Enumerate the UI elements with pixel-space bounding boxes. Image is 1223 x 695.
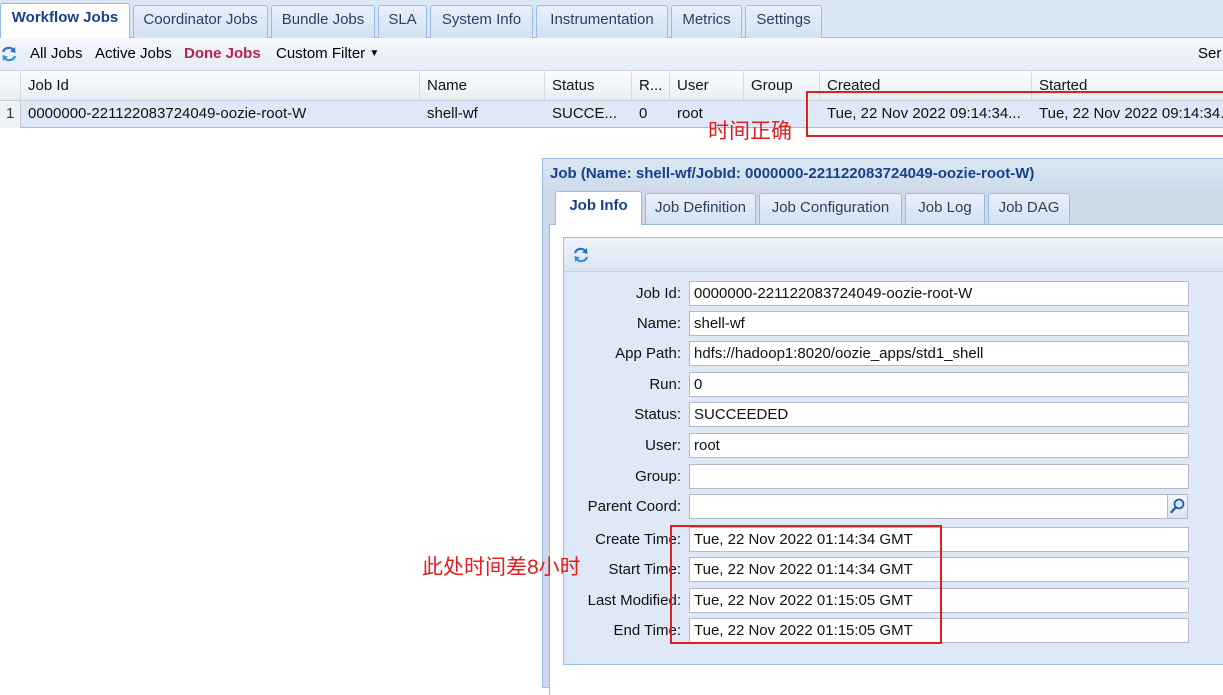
col-user[interactable]: User <box>670 71 744 101</box>
col-run[interactable]: R... <box>632 71 670 101</box>
label-last-modified: Last Modified: <box>587 592 681 609</box>
cell-status: SUCCE... <box>552 105 618 122</box>
annotation-correct-time: 时间正确 <box>708 120 792 143</box>
main-tabbar: Workflow Jobs Coordinator Jobs Bundle Jo… <box>0 0 1223 39</box>
tab-job-dag[interactable]: Job DAG <box>988 193 1070 224</box>
cell-job-id: 0000000-221122083724049-oozie-root-W <box>28 105 307 122</box>
label-user: User: <box>645 437 681 454</box>
label-end-time: End Time: <box>613 622 681 639</box>
name-field[interactable]: shell-wf <box>689 311 1189 336</box>
label-name: Name: <box>636 315 681 332</box>
tab-coordinator-jobs[interactable]: Coordinator Jobs <box>133 5 268 38</box>
col-job-id[interactable]: Job Id <box>21 71 420 101</box>
dialog-title: Job (Name: shell-wf/JobId: 0000000-22112… <box>543 159 1223 189</box>
tab-instrumentation[interactable]: Instrumentation <box>536 5 668 38</box>
cell-run: 0 <box>639 105 648 122</box>
group-field[interactable] <box>689 464 1189 489</box>
search-icon <box>1170 498 1185 514</box>
label-app-path: App Path: <box>615 345 681 362</box>
col-status[interactable]: Status <box>545 71 632 101</box>
tab-metrics[interactable]: Metrics <box>671 5 742 38</box>
annotation-box-time-diff <box>670 525 942 644</box>
dropdown-arrow-icon: ▼ <box>369 48 380 59</box>
tab-job-log[interactable]: Job Log <box>905 193 985 224</box>
tab-settings[interactable]: Settings <box>745 5 822 38</box>
parent-coord-field[interactable] <box>689 494 1168 519</box>
label-start-time: Start Time: <box>608 561 681 578</box>
label-group: Group: <box>635 468 681 485</box>
run-field[interactable]: 0 <box>689 372 1189 397</box>
refresh-icon[interactable] <box>572 246 590 264</box>
dialog-tabstrip: Job Info Job Definition Job Configuratio… <box>549 189 1223 225</box>
filter-done-jobs[interactable]: Done Jobs <box>184 45 261 62</box>
refresh-icon[interactable] <box>0 45 18 63</box>
col-name[interactable]: Name <box>420 71 545 101</box>
label-parent-coord: Parent Coord: <box>587 498 681 515</box>
tab-workflow-jobs[interactable]: Workflow Jobs <box>0 3 130 39</box>
jobs-toolbar: All Jobs Active Jobs Done Jobs Custom Fi… <box>0 38 1223 71</box>
tab-job-configuration[interactable]: Job Configuration <box>759 193 902 224</box>
filter-all-jobs[interactable]: All Jobs <box>30 45 83 62</box>
tab-job-info[interactable]: Job Info <box>555 191 642 225</box>
tab-sla[interactable]: SLA <box>378 5 427 38</box>
label-run: Run: <box>649 376 681 393</box>
filter-active-jobs[interactable]: Active Jobs <box>95 45 172 62</box>
server-label: Ser <box>1198 45 1222 62</box>
label-create-time: Create Time: <box>595 531 681 548</box>
annotation-time-diff: 此处时间差8小时 <box>422 556 581 579</box>
parent-coord-search-button[interactable] <box>1167 494 1188 519</box>
panel-toolbar <box>564 238 1223 272</box>
label-status: Status: <box>634 406 681 423</box>
rownum-header <box>0 71 21 101</box>
app-path-field[interactable]: hdfs://hadoop1:8020/oozie_apps/std1_shel… <box>689 341 1189 366</box>
label-job-id: Job Id: <box>635 285 681 302</box>
custom-filter-label: Custom Filter <box>276 45 366 62</box>
user-field[interactable]: root <box>689 433 1189 458</box>
custom-filter-menu[interactable]: Custom Filter ▼ <box>276 45 379 62</box>
annotation-box-correct <box>806 91 1223 137</box>
job-id-field[interactable]: 0000000-221122083724049-oozie-root-W <box>689 281 1189 306</box>
tab-system-info[interactable]: System Info <box>430 5 533 38</box>
tab-job-definition[interactable]: Job Definition <box>645 193 756 224</box>
row-number: 1 <box>0 101 21 128</box>
status-field[interactable]: SUCCEEDED <box>689 402 1189 427</box>
cell-name: shell-wf <box>427 105 478 122</box>
tab-bundle-jobs[interactable]: Bundle Jobs <box>271 5 375 38</box>
